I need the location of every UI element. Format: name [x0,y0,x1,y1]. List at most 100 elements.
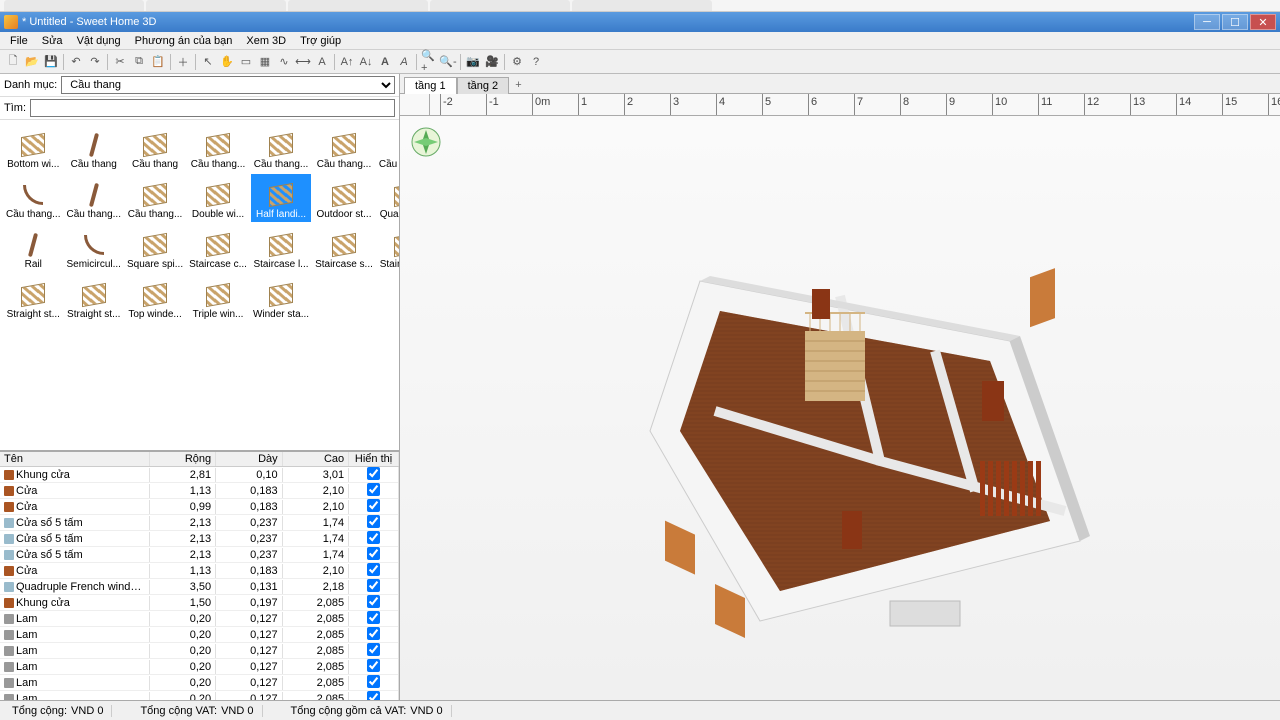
visibility-checkbox[interactable] [367,499,380,512]
italic-button[interactable]: A [395,53,413,71]
table-row[interactable]: Cửa0,990,1832,10 [0,499,399,515]
pan-tool[interactable]: ✋ [218,53,236,71]
visibility-checkbox[interactable] [367,691,380,701]
menu-help[interactable]: Trợ giúp [294,33,347,49]
table-row[interactable]: Khung cửa2,810,103,01 [0,467,399,483]
catalog-item[interactable]: Straight st... [64,274,122,322]
undo-button[interactable]: ↶ [67,53,85,71]
view-3d[interactable] [400,116,1280,700]
table-row[interactable]: Lam0,200,1272,085 [0,691,399,700]
visibility-checkbox[interactable] [367,515,380,528]
table-row[interactable]: Lam0,200,1272,085 [0,611,399,627]
text-smaller-button[interactable]: A↓ [357,53,375,71]
catalog-item[interactable]: Quarter la... [377,174,399,222]
catalog-item[interactable]: Half landi... [251,174,311,222]
visibility-checkbox[interactable] [367,595,380,608]
video-button[interactable]: 🎥 [483,53,501,71]
wall-tool[interactable]: ▭ [237,53,255,71]
add-floor-button[interactable]: + [509,77,527,93]
visibility-checkbox[interactable] [367,675,380,688]
catalog-item[interactable]: Staircase s... [313,224,375,272]
visibility-checkbox[interactable] [367,531,380,544]
redo-button[interactable]: ↷ [86,53,104,71]
text-tool[interactable]: A [313,53,331,71]
add-furniture-button[interactable]: ＋ [174,53,192,71]
zoom-out-button[interactable]: 🔍- [439,53,457,71]
catalog-item[interactable]: Cầu thang... [64,174,122,222]
catalog-item[interactable]: Top winde... [125,274,185,322]
visibility-checkbox[interactable] [367,483,380,496]
catalog-item[interactable]: Cầu thang... [251,124,311,172]
catalog-item[interactable]: Cầu thang... [187,124,249,172]
visibility-checkbox[interactable] [367,579,380,592]
table-header[interactable]: Tên Rộng Dày Cao Hiển thị [0,452,399,467]
search-input[interactable] [30,99,395,117]
visibility-checkbox[interactable] [367,643,380,656]
catalog-item[interactable]: Double wi... [187,174,249,222]
catalog-item[interactable]: Cầu thang... [125,174,185,222]
col-width[interactable]: Rộng [150,452,217,466]
bold-button[interactable]: A [376,53,394,71]
cut-button[interactable]: ✂ [111,53,129,71]
catalog-item[interactable]: Staircase c... [187,224,249,272]
menu-edit[interactable]: Sửa [36,33,69,49]
table-row[interactable]: Cửa1,130,1832,10 [0,563,399,579]
menu-plan[interactable]: Phương án của bạn [129,33,239,49]
menu-furniture[interactable]: Vật dụng [71,33,127,49]
table-row[interactable]: Cửa sổ 5 tấm2,130,2371,74 [0,531,399,547]
visibility-checkbox[interactable] [367,627,380,640]
save-button[interactable]: 💾 [42,53,60,71]
catalog-item[interactable]: Staircase ... [377,224,399,272]
preferences-button[interactable]: ⚙ [508,53,526,71]
col-height[interactable]: Cao [283,452,350,466]
catalog-item[interactable]: Bottom wi... [4,124,62,172]
catalog-item[interactable]: Semicircul... [64,224,122,272]
table-row[interactable]: Khung cửa1,500,1972,085 [0,595,399,611]
table-row[interactable]: Lam0,200,1272,085 [0,643,399,659]
table-row[interactable]: Lam0,200,1272,085 [0,627,399,643]
col-visible[interactable]: Hiển thị [349,452,399,466]
select-tool[interactable]: ↖ [199,53,217,71]
catalog-item[interactable]: Cầu thang [64,124,122,172]
catalog-item[interactable]: Winder sta... [251,274,311,322]
paste-button[interactable]: 📋 [149,53,167,71]
compass-icon[interactable] [410,126,442,158]
category-select[interactable]: Cầu thang [61,76,395,94]
furniture-catalog[interactable]: Bottom wi...Cầu thangCầu thangCầu thang.… [0,120,399,450]
visibility-checkbox[interactable] [367,547,380,560]
table-row[interactable]: Lam0,200,1272,085 [0,659,399,675]
maximize-button[interactable]: ☐ [1222,14,1248,30]
zoom-in-button[interactable]: 🔍+ [420,53,438,71]
room-tool[interactable]: ▦ [256,53,274,71]
catalog-item[interactable]: Straight st... [4,274,62,322]
table-row[interactable]: Cửa sổ 5 tấm2,130,2371,74 [0,547,399,563]
catalog-item[interactable]: Cầu thang [125,124,185,172]
close-button[interactable]: ✕ [1250,14,1276,30]
visibility-checkbox[interactable] [367,563,380,576]
catalog-item[interactable]: Outdoor st... [313,174,375,222]
tab-floor2[interactable]: tầng 2 [457,77,510,94]
table-row[interactable]: Lam0,200,1272,085 [0,675,399,691]
tab-floor1[interactable]: tầng 1 [404,77,457,94]
text-bigger-button[interactable]: A↑ [338,53,356,71]
table-row[interactable]: Quadruple French window 3 ...3,500,1312,… [0,579,399,595]
visibility-checkbox[interactable] [367,611,380,624]
catalog-item[interactable]: Triple win... [187,274,249,322]
open-button[interactable]: 📂 [23,53,41,71]
menu-file[interactable]: File [4,33,34,49]
copy-button[interactable]: ⧉ [130,53,148,71]
catalog-item[interactable]: Cầu thang... [313,124,375,172]
help-button[interactable]: ? [527,53,545,71]
menu-3d[interactable]: Xem 3D [240,33,292,49]
catalog-item[interactable]: Cầu thang... [4,174,62,222]
photo-button[interactable]: 📷 [464,53,482,71]
catalog-item[interactable]: Staircase l... [251,224,311,272]
dimension-tool[interactable]: ⟷ [294,53,312,71]
catalog-item[interactable]: Rail [4,224,62,272]
table-row[interactable]: Cửa sổ 5 tấm2,130,2371,74 [0,515,399,531]
col-name[interactable]: Tên [0,452,150,466]
table-row[interactable]: Cửa1,130,1832,10 [0,483,399,499]
visibility-checkbox[interactable] [367,467,380,480]
minimize-button[interactable]: ─ [1194,14,1220,30]
new-button[interactable]: 🗋 [4,53,22,71]
